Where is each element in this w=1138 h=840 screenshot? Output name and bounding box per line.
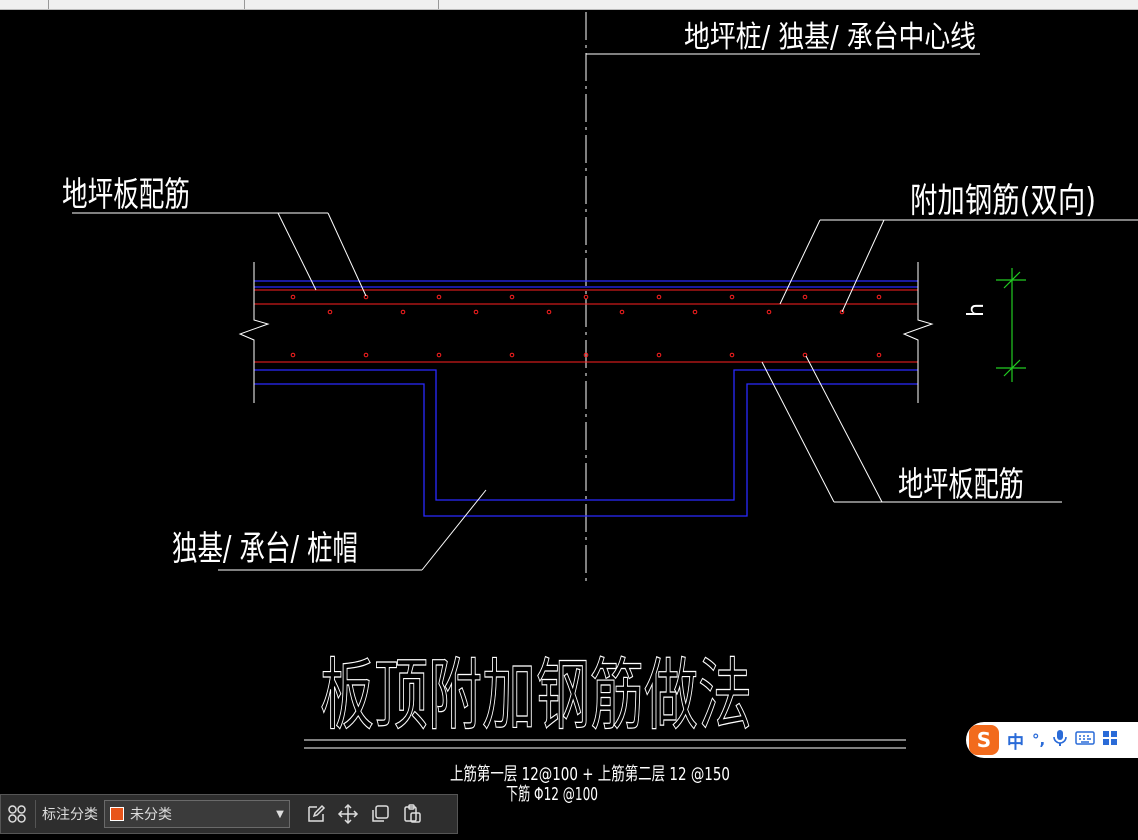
rebar-section-dot — [876, 352, 882, 358]
rebar-section-dot — [290, 352, 296, 358]
additional-rebar-leader — [779, 219, 1138, 313]
rebar-section-dot — [509, 352, 515, 358]
paste-icon[interactable] — [396, 798, 428, 830]
slab-rebar-label-left: 地坪板配筋 — [62, 175, 190, 215]
rebar-section-dot — [473, 309, 479, 315]
foundation-label: 独基/ 承台/ 桩帽 — [172, 529, 358, 569]
dimension-h-label: h — [964, 303, 989, 317]
drawing-title: 板顶附加钢筋做法 — [320, 651, 752, 741]
edit-icon[interactable] — [300, 798, 332, 830]
rebar-section-dot — [546, 309, 552, 315]
annotation-toolbar: 标注分类 未分类 ▼ — [0, 794, 458, 834]
rebar-section-dot — [876, 294, 882, 300]
dimension-h — [996, 268, 1026, 382]
rebar-section-dot — [692, 309, 698, 315]
rebar-section-dot — [509, 294, 515, 300]
rebar-section-dot — [327, 309, 333, 315]
category-value: 未分类 — [130, 807, 172, 823]
spec-line-1: 上筋第一层 12@100 + 上筋第二层 12 @150 — [450, 764, 730, 785]
ime-logo-icon[interactable]: S — [969, 725, 999, 755]
spec-line-2: 下筋 Φ12 @100 — [506, 784, 598, 805]
rebar-section-dot — [802, 294, 808, 300]
ime-toolbar: S 中 °, — [966, 722, 1138, 758]
rebar-section-dot — [656, 294, 662, 300]
rebar-section-dot — [400, 309, 406, 315]
microphone-icon[interactable] — [1053, 729, 1068, 752]
category-color-swatch — [110, 807, 124, 821]
slab-rebar-label-right: 地坪板配筋 — [898, 465, 1024, 505]
rebar-section-dot — [619, 309, 625, 315]
rebar-section-dot — [656, 352, 662, 358]
centerline-label: 地坪桩/ 独基/ 承台中心线 — [684, 20, 976, 55]
cad-drawing-canvas[interactable]: 地坪桩/ 独基/ 承台中心线 h 地坪板配筋 附加钢筋(双向) 地坪板配筋 独基… — [0, 0, 1138, 840]
move-icon[interactable] — [332, 798, 364, 830]
additional-rebar-label: 附加钢筋(双向) — [910, 181, 1096, 221]
grid-icon[interactable] — [1, 798, 33, 830]
copy-icon[interactable] — [364, 798, 396, 830]
rebar-section-dot — [436, 294, 442, 300]
chevron-down-icon[interactable]: ▼ — [271, 809, 289, 820]
ime-mode-toggle[interactable]: 中 — [1007, 728, 1024, 753]
slab-rebar-leader-left — [72, 212, 367, 297]
ime-more-icon[interactable] — [1103, 730, 1118, 750]
rebar-section-dot — [583, 294, 589, 300]
rebar-section-dot — [363, 352, 369, 358]
rebar-section-dot — [766, 309, 772, 315]
toolbar-separator — [35, 800, 36, 828]
category-select[interactable]: 未分类 ▼ — [104, 800, 290, 828]
keyboard-icon[interactable] — [1075, 730, 1095, 751]
rebar-section-dot — [729, 294, 735, 300]
rebar-section-dot — [436, 352, 442, 358]
rebar-section-dot — [729, 352, 735, 358]
category-label: 标注分类 — [42, 807, 98, 823]
ime-punctuation-toggle[interactable]: °, — [1032, 731, 1045, 749]
rebar-section-dot — [290, 294, 296, 300]
